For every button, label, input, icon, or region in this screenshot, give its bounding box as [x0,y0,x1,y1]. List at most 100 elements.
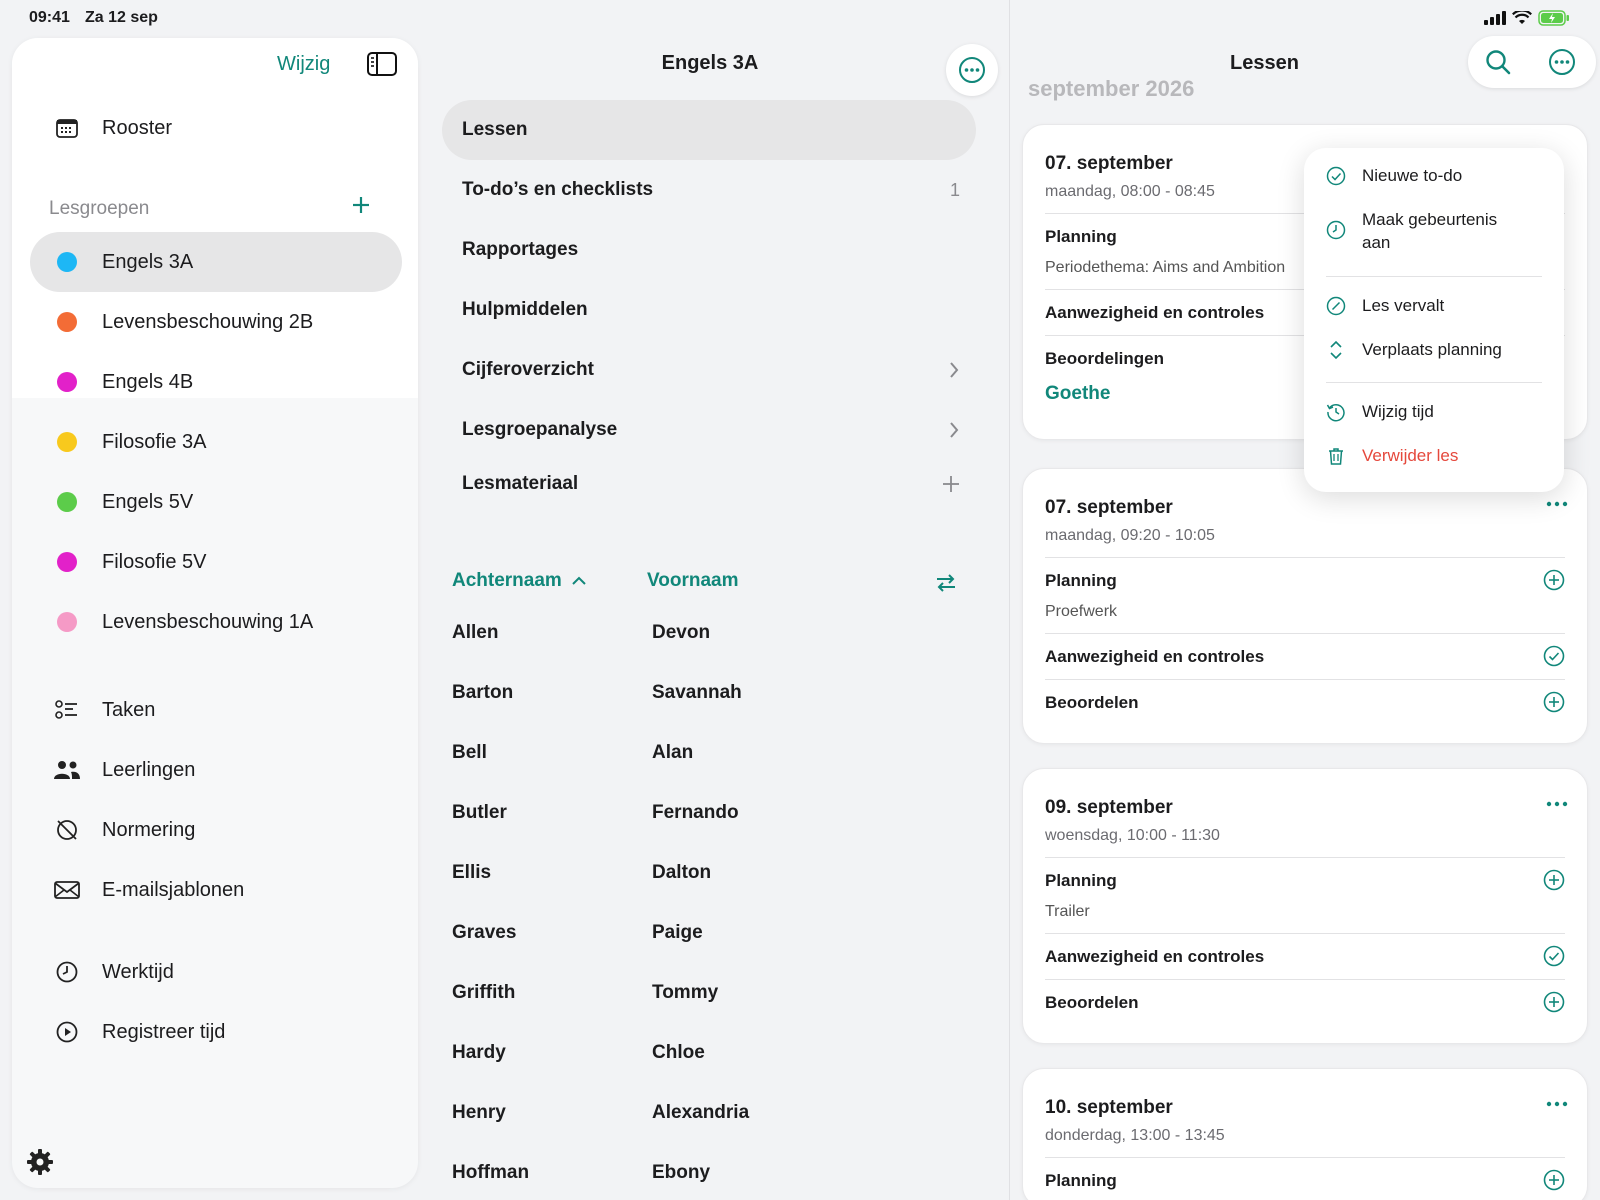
more-dots-icon[interactable] [1545,799,1569,809]
planning-label[interactable]: Planning [1045,227,1117,247]
student-first-name[interactable]: Savannah [652,682,742,704]
sidebar-toggle-icon[interactable] [367,52,397,76]
lesson-card[interactable]: 07. september maandag, 09:20 - 10:05 Pla… [1022,468,1588,744]
sidebar-group-filosofie-3a[interactable]: Filosofie 3A [30,412,402,472]
more-dots-icon[interactable] [1545,499,1569,509]
plus-circle-icon[interactable] [1543,991,1565,1013]
student-last-name[interactable]: Ellis [452,862,491,884]
check-circle-icon [1326,166,1348,186]
more-dots-icon[interactable] [1545,1099,1569,1109]
plus-circle-icon[interactable] [1543,1169,1565,1191]
planning-label[interactable]: Planning [1045,571,1117,591]
search-icon[interactable] [1484,48,1512,76]
more-options-button[interactable] [946,44,998,96]
envelope-icon [52,880,82,900]
grading-label[interactable]: Beoordelen [1045,993,1139,1013]
group-detail-panel: Engels 3A Lessen To-do’s en checklists 1… [432,36,998,1200]
student-last-name[interactable]: Henry [452,1102,506,1124]
student-first-name[interactable]: Devon [652,622,710,644]
menu-change-time[interactable]: Wijzig tijd [1326,400,1546,423]
norm-icon [52,818,82,842]
menu-item-rapportages[interactable]: Rapportages [442,220,976,280]
menu-create-event[interactable]: Maak gebeurtenis aan [1326,208,1546,254]
lesson-card[interactable]: 10. september donderdag, 13:00 - 13:45 P… [1022,1068,1588,1200]
student-first-name[interactable]: Alexandria [652,1102,749,1124]
student-last-name[interactable]: Hoffman [452,1162,529,1184]
planning-label[interactable]: Planning [1045,1171,1117,1191]
sidebar-item-taken[interactable]: Taken [30,680,402,740]
swap-arrows-icon[interactable] [934,571,958,595]
student-first-name[interactable]: Chloe [652,1042,705,1064]
menu-item-cijferoverzicht[interactable]: Cijferoverzicht [442,340,976,400]
sidebar-group-filosofie-5v[interactable]: Filosofie 5V [30,532,402,592]
sidebar-item-leerlingen[interactable]: Leerlingen [30,740,402,800]
sidebar-item-werktijd[interactable]: Werktijd [30,942,402,1002]
student-first-name[interactable]: Fernando [652,802,739,824]
lesson-time: maandag, 09:20 - 10:05 [1045,527,1215,544]
planning-label[interactable]: Planning [1045,871,1117,891]
up-down-icon [1326,340,1348,360]
attendance-label[interactable]: Aanwezigheid en controles [1045,647,1264,667]
student-first-name[interactable]: Tommy [652,982,718,1004]
student-last-name[interactable]: Hardy [452,1042,506,1064]
student-first-name[interactable]: Ebony [652,1162,710,1184]
edit-button[interactable]: Wijzig [277,53,330,76]
sidebar-item-normering[interactable]: Normering [30,800,402,860]
check-circle-icon[interactable] [1543,645,1565,667]
student-first-name[interactable]: Alan [652,742,693,764]
menu-new-todo[interactable]: Nieuwe to-do [1326,164,1546,187]
menu-item-lessen[interactable]: Lessen [442,100,976,160]
plus-circle-icon[interactable] [1543,691,1565,713]
student-first-name[interactable]: Dalton [652,862,711,884]
plus-icon[interactable] [942,475,960,493]
menu-delete-lesson[interactable]: Verwijder les [1326,444,1546,467]
sidebar-item-emailsjablonen[interactable]: E-mailsjablonen [30,860,402,920]
clock-icon [1326,220,1348,240]
sidebar-item-label: Werktijd [102,960,174,983]
signal-icon [1484,11,1506,25]
group-label: Filosofie 3A [102,430,207,453]
student-last-name[interactable]: Allen [452,622,498,644]
menu-item-lesgroepanalyse[interactable]: Lesgroepanalyse [442,400,976,460]
student-last-name[interactable]: Graves [452,922,516,944]
group-color-dot [57,372,77,392]
menu-item-label: Cijferoverzicht [462,359,594,380]
gear-icon[interactable] [26,1148,54,1176]
sidebar-group-engels-5v[interactable]: Engels 5V [30,472,402,532]
group-label: Engels 3A [102,250,194,273]
menu-item-hulpmiddelen[interactable]: Hulpmiddelen [442,280,976,340]
menu-move-planning[interactable]: Verplaats planning [1326,338,1546,361]
student-last-name[interactable]: Bell [452,742,487,764]
add-group-button[interactable] [350,194,372,216]
battery-icon [1538,10,1570,26]
chevron-right-icon [948,421,960,439]
sort-by-last-name[interactable]: Achternaam [452,570,586,592]
grading-value[interactable]: Goethe [1045,383,1110,405]
sidebar-item-rooster[interactable]: Rooster [30,98,402,158]
sidebar-group-engels-4b[interactable]: Engels 4B [30,352,402,412]
grading-label[interactable]: Beoordelen [1045,693,1139,713]
plus-circle-icon[interactable] [1543,869,1565,891]
grading-label[interactable]: Beoordelingen [1045,349,1164,369]
sort-by-first-name[interactable]: Voornaam [647,570,739,592]
student-last-name[interactable]: Griffith [452,982,515,1004]
plus-circle-icon[interactable] [1543,569,1565,591]
sidebar-group-levensbeschouwing-1a[interactable]: Levensbeschouwing 1A [30,592,402,652]
check-circle-icon[interactable] [1543,945,1565,967]
sidebar-group-engels-3a[interactable]: Engels 3A [30,232,402,292]
student-last-name[interactable]: Butler [452,802,507,824]
student-first-name[interactable]: Paige [652,922,703,944]
attendance-label[interactable]: Aanwezigheid en controles [1045,303,1264,323]
attendance-label[interactable]: Aanwezigheid en controles [1045,947,1264,967]
lesson-card[interactable]: 09. september woensdag, 10:00 - 11:30 Pl… [1022,768,1588,1044]
menu-item-lesmateriaal[interactable]: Lesmateriaal [442,454,976,514]
ellipsis-circle-icon[interactable] [1548,48,1576,76]
sidebar-group-levensbeschouwing-2b[interactable]: Levensbeschouwing 2B [30,292,402,352]
sidebar-item-registreer-tijd[interactable]: Registreer tijd [30,1002,402,1062]
group-title: Engels 3A [661,52,759,74]
lessons-title: Lessen [1230,52,1299,74]
menu-item-todos[interactable]: To-do’s en checklists 1 [442,160,976,220]
student-last-name[interactable]: Barton [452,682,513,704]
menu-lesson-cancelled[interactable]: Les vervalt [1326,294,1546,317]
group-label: Levensbeschouwing 2B [102,310,314,333]
